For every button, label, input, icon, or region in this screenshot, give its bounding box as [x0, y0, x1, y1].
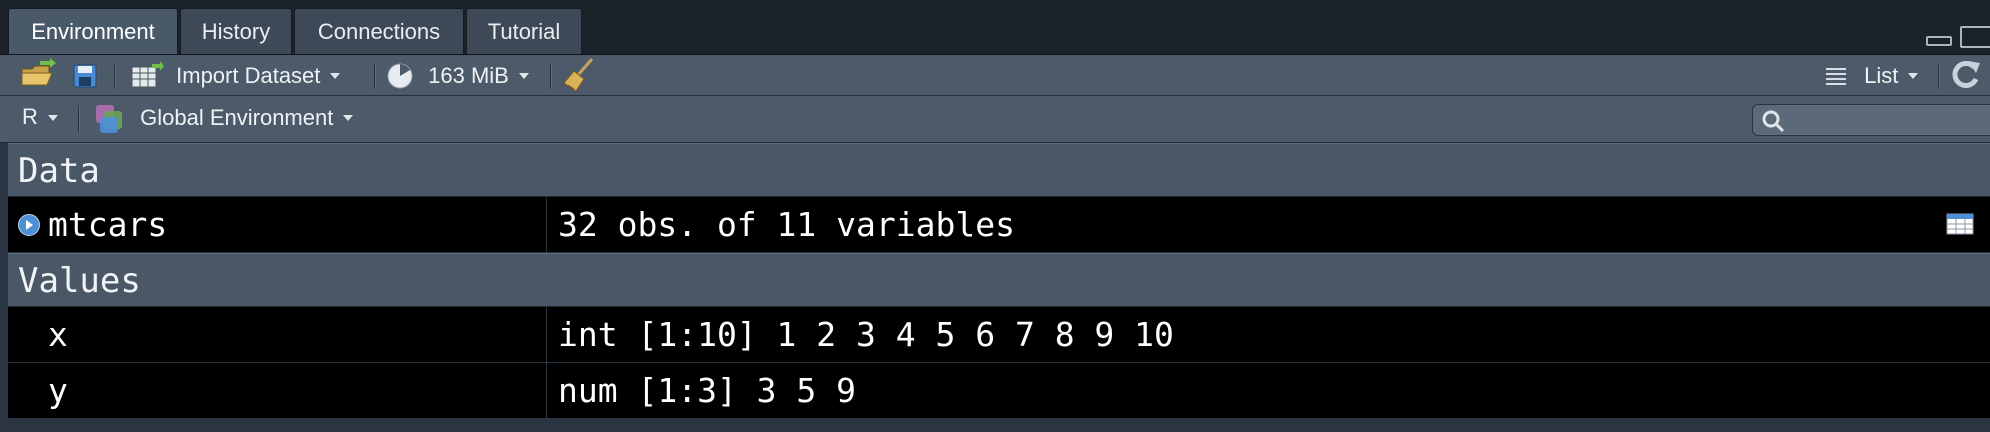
import-dataset-button[interactable]: Import Dataset [130, 55, 341, 95]
floppy-disk-icon [73, 64, 97, 88]
open-folder-icon [21, 58, 56, 86]
environment-dropdown[interactable]: Global Environment [94, 96, 354, 142]
chevron-down-icon [518, 73, 529, 80]
search-input[interactable] [1752, 104, 1990, 136]
chevron-down-icon [343, 115, 354, 122]
object-summary: 32 obs. of 11 variables [558, 205, 1015, 244]
chevron-down-icon [330, 73, 341, 80]
maximize-pane-icon[interactable] [1960, 26, 1990, 48]
tab-bar: Environment History Connections Tutorial [0, 0, 1990, 55]
refresh-button[interactable] [1948, 55, 1984, 95]
object-summary: num [1:3] 3 5 9 [558, 371, 857, 410]
environment-icon [96, 105, 122, 134]
section-header-values: Values [8, 253, 1990, 307]
tab-environment[interactable]: Environment [8, 8, 178, 54]
language-label: R [22, 104, 38, 129]
environment-label: Global Environment [140, 105, 334, 131]
expand-arrow-icon[interactable] [18, 214, 40, 236]
tab-history[interactable]: History [180, 8, 292, 54]
import-dataset-label: Import Dataset [176, 63, 321, 89]
memory-usage-label: 163 MiB [428, 63, 509, 89]
minimize-pane-icon[interactable] [1926, 36, 1952, 46]
section-title: Values [18, 261, 141, 301]
save-workspace-button[interactable] [72, 55, 98, 95]
memory-usage-button[interactable]: 163 MiB [386, 55, 529, 95]
tab-tutorial[interactable]: Tutorial [466, 8, 582, 54]
view-table-icon[interactable] [1946, 213, 1974, 235]
clear-workspace-button[interactable] [562, 55, 596, 95]
table-import-icon [131, 61, 164, 88]
window-controls [1926, 26, 1990, 48]
language-dropdown[interactable]: R [22, 96, 58, 142]
list-icon [1826, 68, 1846, 86]
section-header-data: Data [8, 143, 1990, 197]
tab-connections[interactable]: Connections [294, 8, 464, 54]
view-mode-label: List [1864, 63, 1899, 89]
object-name: x [48, 315, 68, 354]
table-row[interactable]: y num [1:3] 3 5 9 [8, 363, 1990, 419]
environment-toolbar: Import Dataset 163 MiB List [0, 55, 1990, 96]
chevron-down-icon [47, 115, 58, 122]
table-row[interactable]: mtcars 32 obs. of 11 variables [8, 197, 1990, 253]
environment-scope-bar: R Global Environment [0, 96, 1990, 143]
section-title: Data [18, 151, 100, 191]
memory-pie-icon [387, 63, 413, 89]
broom-icon [563, 58, 594, 92]
table-row[interactable]: x int [1:10] 1 2 3 4 5 6 7 8 9 10 [8, 307, 1990, 363]
load-workspace-button[interactable] [20, 55, 58, 95]
object-summary: int [1:10] 1 2 3 4 5 6 7 8 9 10 [558, 315, 1174, 354]
refresh-icon [1952, 61, 1980, 88]
object-name: mtcars [48, 205, 168, 244]
object-name: y [48, 371, 68, 410]
chevron-down-icon [1908, 73, 1919, 80]
environment-pane: Environment History Connections Tutorial [0, 0, 1990, 432]
environment-list: Data mtcars 32 obs. of 11 variables Valu… [8, 143, 1990, 432]
view-mode-dropdown[interactable]: List [1824, 55, 1919, 95]
search-icon [1762, 110, 1785, 133]
